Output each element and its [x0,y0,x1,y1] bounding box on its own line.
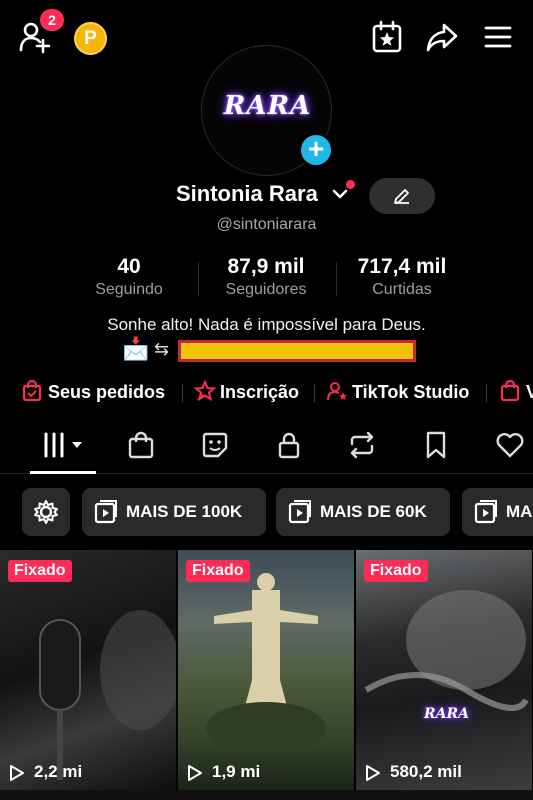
shortcut-more-label: V [526,382,533,402]
shortcut-divider [314,384,315,402]
swap-arrows-icon: ⇆ [154,339,170,359]
video-icon [288,500,311,524]
shortcut-tiktok-studio-label: TikTok Studio [352,382,470,402]
thumbnail-logo-text: RARA [424,706,469,722]
filter-chip-label: MAIS DE 60K [320,502,427,521]
video-thumbnail[interactable]: Fixado 2,2 mi [0,550,176,790]
share-icon[interactable] [425,22,459,52]
next-row-thumbnails [0,790,533,800]
thumbnail-art [39,610,176,780]
video-thumbnail[interactable]: RARA Fixado 580,2 mil [356,550,532,790]
stat-following[interactable]: 40 Seguindo [80,254,178,300]
play-icon [10,765,24,781]
video-thumbnail[interactable]: Fixado 1,9 mi [178,550,354,790]
pinned-badge: Fixado [8,560,72,582]
stat-divider [336,262,337,296]
active-tab-indicator [30,471,96,474]
filter-chip-label: MA [506,502,533,521]
play-icon [366,765,380,781]
filter-settings-button[interactable] [22,488,70,536]
tab-shop-icon[interactable] [126,430,156,460]
filter-chip[interactable]: MAIS DE 100K [82,488,266,536]
filter-chip-label: MAIS DE 100K [126,502,243,521]
profile-handle: @sintoniarara [216,216,317,233]
profile-shortcuts: Seus pedidos Inscrição TikTok Studio V [0,378,533,408]
stat-likes[interactable]: 717,4 mil Curtidas [346,254,458,300]
thumbnail-art [206,573,326,754]
profile-bio: Sonhe alto! Nada é impossível para Deus. [107,315,426,334]
play-icon [188,765,202,781]
filter-chip[interactable]: MA [462,488,533,536]
stat-likes-label: Curtidas [372,281,432,298]
shortcut-subscription-label: Inscrição [220,382,300,402]
shortcut-orders-label: Seus pedidos [48,382,166,402]
shortcut-divider [486,384,487,402]
tab-sticker-icon[interactable] [200,430,230,460]
shortcut-divider [182,384,183,402]
redacted-link[interactable] [178,340,416,362]
view-count-text: 2,2 mi [34,762,83,781]
gear-icon [34,500,58,524]
pinned-badge: Fixado [364,560,428,582]
tab-favorites-bookmark-icon[interactable] [422,430,450,460]
chevron-down-icon[interactable] [332,188,348,200]
filter-chip[interactable]: MAIS DE 60K [276,488,450,536]
pencil-icon [394,189,409,204]
stat-followers[interactable]: 87,9 mil Seguidores [208,254,324,300]
view-count-text: 1,9 mi [212,762,261,781]
shopping-bag-icon [500,380,520,402]
tab-videos-grid-icon[interactable] [42,430,86,460]
profile-tabs [0,420,533,474]
video-icon [94,500,117,524]
stat-following-label: Seguindo [95,281,163,298]
video-icon [474,500,497,524]
coins-icon[interactable]: P [74,22,107,55]
subscription-star-icon [194,380,216,402]
stat-followers-label: Seguidores [225,281,307,298]
menu-icon[interactable] [484,25,512,49]
edit-profile-button[interactable] [369,178,435,214]
tab-liked-heart-icon[interactable] [494,430,526,460]
tab-private-lock-icon[interactable] [274,430,304,460]
stat-divider [198,262,199,296]
pinned-badge: Fixado [186,560,250,582]
notification-badge: 2 [40,9,64,31]
mail-icon: 📩 [122,336,150,361]
shopping-bag-icon [22,380,42,402]
add-avatar-button[interactable]: + [298,132,334,168]
stat-following-value: 40 [117,255,141,278]
calendar-star-icon[interactable] [371,20,403,54]
studio-person-icon [327,382,347,401]
stat-likes-value: 717,4 mil [357,255,447,278]
view-count-text: 580,2 mil [390,762,462,781]
stat-followers-value: 87,9 mil [227,255,305,278]
tab-reposts-icon[interactable] [346,430,378,460]
profile-name[interactable]: Sintonia Rara [176,181,318,207]
account-notification-dot [346,180,355,189]
thumbnail-art [364,590,529,711]
avatar-logo-text: RARA [223,91,312,121]
